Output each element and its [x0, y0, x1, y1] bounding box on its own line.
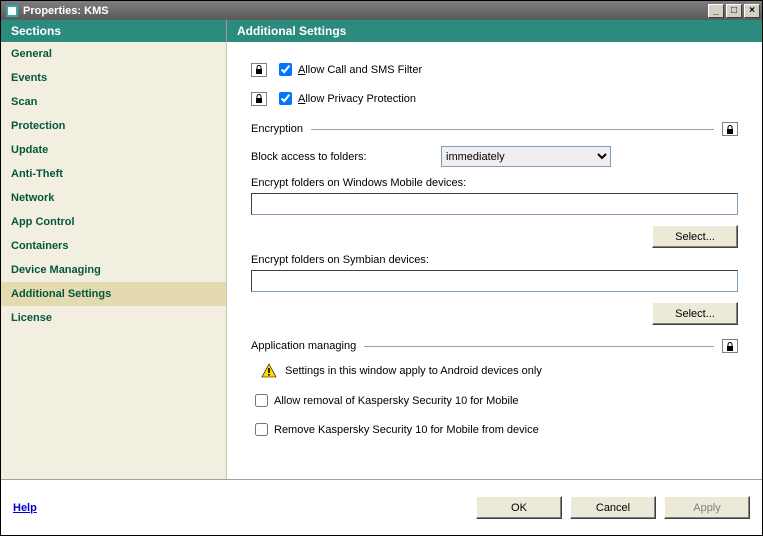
- allow-removal-row: Allow removal of Kaspersky Security 10 f…: [251, 391, 738, 410]
- encryption-group-title: Encryption: [251, 123, 311, 135]
- sidebar-item-device-managing[interactable]: Device Managing: [1, 258, 226, 282]
- sidebar-item-events[interactable]: Events: [1, 66, 226, 90]
- sidebar-item-network[interactable]: Network: [1, 186, 226, 210]
- sidebar-item-general[interactable]: General: [1, 42, 226, 66]
- block-access-select[interactable]: immediately: [441, 146, 611, 167]
- app-icon: [5, 4, 19, 18]
- encrypt-sym-label: Encrypt folders on Symbian devices:: [251, 254, 738, 266]
- footer: Help OK Cancel Apply: [1, 479, 762, 535]
- warning-icon: [261, 363, 277, 379]
- ok-button[interactable]: OK: [476, 496, 562, 519]
- sidebar-item-additional-settings[interactable]: Additional Settings: [1, 282, 226, 306]
- android-note-text: Settings in this window apply to Android…: [285, 365, 542, 377]
- lock-icon[interactable]: [251, 63, 267, 77]
- help-link[interactable]: Help: [13, 502, 37, 514]
- allow-privacy-row: Allow Privacy Protection: [251, 89, 738, 108]
- encrypt-wm-label: Encrypt folders on Windows Mobile device…: [251, 177, 738, 189]
- allow-call-sms-checkbox[interactable]: [279, 63, 292, 76]
- remove-ksm-label[interactable]: Remove Kaspersky Security 10 for Mobile …: [274, 424, 539, 436]
- sidebar: GeneralEventsScanProtectionUpdateAnti-Th…: [1, 42, 227, 479]
- cancel-button[interactable]: Cancel: [570, 496, 656, 519]
- android-note-row: Settings in this window apply to Android…: [261, 363, 738, 379]
- sidebar-item-update[interactable]: Update: [1, 138, 226, 162]
- remove-ksm-checkbox[interactable]: [255, 423, 268, 436]
- content-panel: Allow Call and SMS Filter Allow Privacy …: [227, 42, 762, 479]
- encrypt-wm-input[interactable]: [251, 193, 738, 215]
- lock-icon[interactable]: [722, 339, 738, 353]
- encryption-group-header: Encryption: [251, 122, 738, 136]
- block-access-label: Block access to folders:: [251, 151, 441, 163]
- select-sym-button[interactable]: Select...: [652, 302, 738, 325]
- titlebar: Properties: KMS _ □ ×: [1, 1, 762, 20]
- minimize-button[interactable]: _: [708, 4, 724, 18]
- sidebar-item-license[interactable]: License: [1, 306, 226, 330]
- allow-privacy-checkbox[interactable]: [279, 92, 292, 105]
- panel-heading: Additional Settings: [227, 20, 762, 42]
- sidebar-item-scan[interactable]: Scan: [1, 90, 226, 114]
- allow-removal-checkbox[interactable]: [255, 394, 268, 407]
- maximize-button[interactable]: □: [726, 4, 742, 18]
- allow-call-sms-row: Allow Call and SMS Filter: [251, 60, 738, 79]
- select-wm-button[interactable]: Select...: [652, 225, 738, 248]
- close-button[interactable]: ×: [744, 4, 760, 18]
- app-managing-group-title: Application managing: [251, 340, 364, 352]
- allow-privacy-label[interactable]: Allow Privacy Protection: [298, 93, 416, 105]
- allow-removal-label[interactable]: Allow removal of Kaspersky Security 10 f…: [274, 395, 519, 407]
- main-area: GeneralEventsScanProtectionUpdateAnti-Th…: [1, 42, 762, 479]
- encrypt-sym-input[interactable]: [251, 270, 738, 292]
- sidebar-item-anti-theft[interactable]: Anti-Theft: [1, 162, 226, 186]
- lock-icon[interactable]: [251, 92, 267, 106]
- block-access-row: Block access to folders: immediately: [251, 146, 738, 167]
- allow-call-sms-label[interactable]: Allow Call and SMS Filter: [298, 64, 422, 76]
- sidebar-item-protection[interactable]: Protection: [1, 114, 226, 138]
- section-header: Sections Additional Settings: [1, 20, 762, 42]
- lock-icon[interactable]: [722, 122, 738, 136]
- window-title: Properties: KMS: [23, 5, 109, 17]
- sidebar-item-containers[interactable]: Containers: [1, 234, 226, 258]
- sections-heading: Sections: [1, 20, 227, 42]
- app-managing-group-header: Application managing: [251, 339, 738, 353]
- sidebar-item-app-control[interactable]: App Control: [1, 210, 226, 234]
- apply-button[interactable]: Apply: [664, 496, 750, 519]
- remove-ksm-row: Remove Kaspersky Security 10 for Mobile …: [251, 420, 738, 439]
